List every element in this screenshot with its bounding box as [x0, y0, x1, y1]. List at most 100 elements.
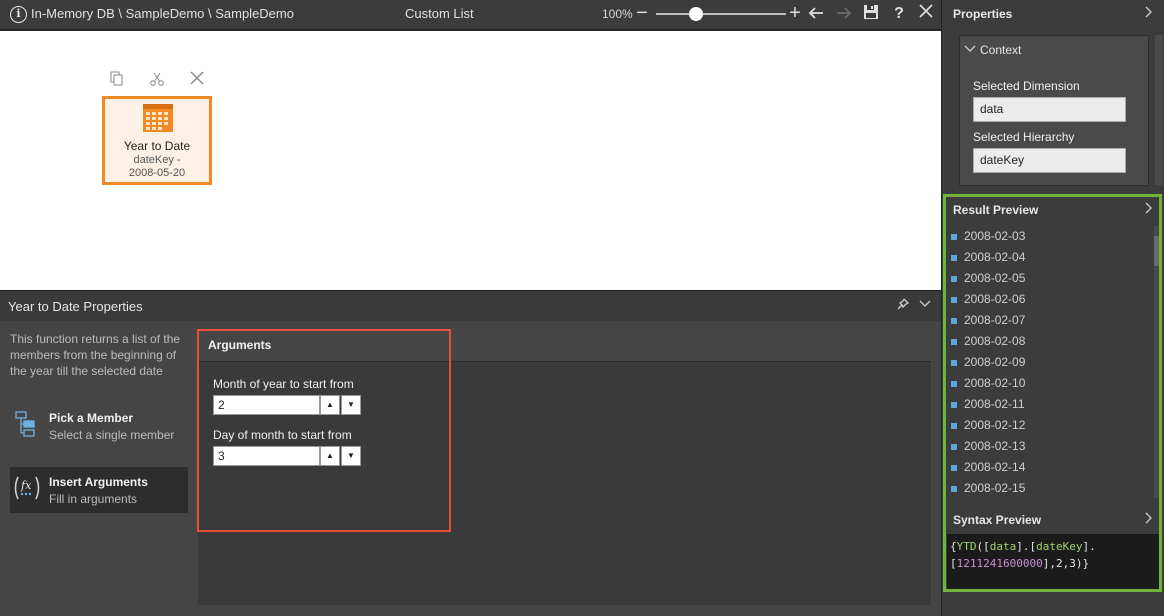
month-label: Month of year to start from — [213, 377, 354, 391]
save-icon[interactable] — [861, 4, 881, 24]
zoom-level: 100% — [602, 7, 633, 21]
bullet-icon — [951, 360, 957, 366]
zoom-in-button[interactable]: + — [787, 2, 803, 24]
chevron-right-icon[interactable] — [1143, 512, 1153, 527]
bullet-icon — [951, 402, 957, 408]
syntax-preview-header[interactable]: Syntax Preview — [942, 506, 1164, 534]
syntax-preview-title: Syntax Preview — [953, 513, 1042, 527]
bullet-icon — [951, 234, 957, 240]
zoom-slider-thumb[interactable] — [689, 7, 703, 21]
syntax-token: [ — [950, 557, 957, 570]
dimension-label: Selected Dimension — [973, 79, 1080, 93]
toolbar: i In-Memory DB \ SampleDemo \ SampleDemo… — [0, 0, 941, 30]
bullet-icon — [951, 381, 957, 387]
day-decrement-button[interactable]: ▼ — [341, 446, 361, 466]
chevron-right-icon[interactable] — [1143, 6, 1153, 21]
list-item: 2008-02-15 — [947, 478, 1152, 498]
hierarchy-icon — [12, 409, 42, 439]
pin-icon[interactable] — [895, 298, 911, 314]
help-icon[interactable]: ? — [889, 4, 909, 24]
list-item-label: 2008-02-08 — [964, 334, 1026, 348]
result-list: 2008-02-03 2008-02-04 2008-02-05 2008-02… — [947, 226, 1152, 498]
syntax-preview-editor[interactable]: {YTD([data].[dateKey]. [1211241600000],2,… — [947, 534, 1160, 589]
list-item-label: 2008-02-06 — [964, 292, 1026, 306]
list-item-label: 2008-02-09 — [964, 355, 1026, 369]
list-item-label: 2008-02-12 — [964, 418, 1026, 432]
step-title: Insert Arguments — [49, 475, 148, 489]
syntax-token: { — [950, 540, 957, 553]
bullet-icon — [951, 318, 957, 324]
scrollbar-thumb[interactable] — [1154, 236, 1161, 266]
bullet-icon — [951, 297, 957, 303]
month-decrement-button[interactable]: ▼ — [341, 395, 361, 415]
step-insert-arguments[interactable]: fx Insert Arguments Fill in arguments — [10, 467, 188, 513]
list-item: 2008-02-05 — [947, 268, 1152, 289]
syntax-token: ]. — [1082, 540, 1096, 553]
chevron-right-icon[interactable] — [1143, 202, 1153, 217]
list-item-label: 2008-02-11 — [964, 397, 1025, 411]
result-preview-header[interactable]: Result Preview — [942, 196, 1164, 224]
cut-icon[interactable] — [146, 71, 168, 91]
info-icon[interactable]: i — [10, 6, 27, 23]
zoom-out-button[interactable]: − — [634, 2, 650, 24]
arguments-panel: Arguments Month of year to start from 2 … — [198, 331, 931, 605]
svg-text:fx: fx — [20, 479, 32, 492]
list-item-label: 2008-02-13 — [964, 439, 1026, 453]
calendar-icon — [143, 104, 173, 132]
page-title: Custom List — [405, 6, 474, 21]
list-item: 2008-02-11 — [947, 394, 1152, 415]
close-icon[interactable] — [916, 4, 936, 24]
result-preview-title: Result Preview — [953, 203, 1039, 217]
delete-icon[interactable] — [186, 71, 208, 91]
arguments-title: Arguments — [208, 338, 272, 352]
undo-arrow-icon[interactable] — [806, 4, 826, 24]
function-icon: fx — [12, 473, 42, 503]
result-scrollbar[interactable] — [1154, 226, 1161, 498]
bullet-icon — [951, 255, 957, 261]
step-subtitle: Select a single member — [49, 428, 175, 442]
list-item-label: 2008-02-15 — [964, 481, 1026, 495]
redo-arrow-icon[interactable] — [834, 4, 854, 24]
bullet-icon — [951, 423, 957, 429]
step-subtitle: Fill in arguments — [49, 492, 138, 506]
dimension-field[interactable]: data — [973, 97, 1126, 122]
node-subtitle-line2: 2008-05-20 — [128, 167, 186, 179]
list-item-label: 2008-02-03 — [964, 229, 1026, 243]
app-window: i In-Memory DB \ SampleDemo \ SampleDemo… — [0, 0, 1164, 616]
list-item: 2008-02-07 — [947, 310, 1152, 331]
day-label: Day of month to start from — [213, 428, 352, 442]
month-input[interactable]: 2 — [213, 395, 320, 415]
day-increment-button[interactable]: ▲ — [320, 446, 340, 466]
zoom-slider[interactable] — [656, 13, 786, 15]
chevron-down-icon[interactable] — [964, 42, 976, 57]
month-increment-button[interactable]: ▲ — [320, 395, 340, 415]
function-description: This function returns a list of the memb… — [10, 332, 181, 378]
year-to-date-node[interactable]: Year to Date dateKey - 2008-05-20 — [102, 96, 212, 185]
copy-icon[interactable] — [106, 71, 128, 91]
chevron-down-icon[interactable] — [917, 297, 933, 313]
list-item: 2008-02-10 — [947, 373, 1152, 394]
breadcrumb: In-Memory DB \ SampleDemo \ SampleDemo — [31, 6, 294, 21]
list-item-label: 2008-02-14 — [964, 460, 1026, 474]
list-item: 2008-02-08 — [947, 331, 1152, 352]
step-pick-member[interactable]: Pick a Member Select a single member — [10, 403, 188, 449]
right-sidebar: Properties Context Selected Dimension da… — [941, 0, 1164, 616]
syntax-token: ([ — [976, 540, 990, 553]
bullet-icon — [951, 276, 957, 282]
syntax-token: data — [989, 540, 1017, 553]
properties-header[interactable]: Properties — [942, 0, 1164, 28]
day-input[interactable]: 3 — [213, 446, 320, 466]
design-canvas[interactable]: Year to Date dateKey - 2008-05-20 — [0, 31, 941, 290]
panel-title: Year to Date Properties — [8, 299, 143, 314]
list-item: 2008-02-13 — [947, 436, 1152, 457]
syntax-token: YTD — [956, 540, 977, 553]
properties-title: Properties — [953, 7, 1013, 21]
list-item-label: 2008-02-04 — [964, 250, 1026, 264]
bullet-icon — [951, 465, 957, 471]
context-title: Context — [980, 43, 1022, 57]
hierarchy-field[interactable]: dateKey — [973, 148, 1126, 173]
list-item: 2008-02-12 — [947, 415, 1152, 436]
node-subtitle-line1: dateKey - — [133, 154, 181, 166]
properties-scrollbar[interactable] — [1155, 35, 1163, 185]
arguments-header: Arguments — [198, 331, 931, 362]
